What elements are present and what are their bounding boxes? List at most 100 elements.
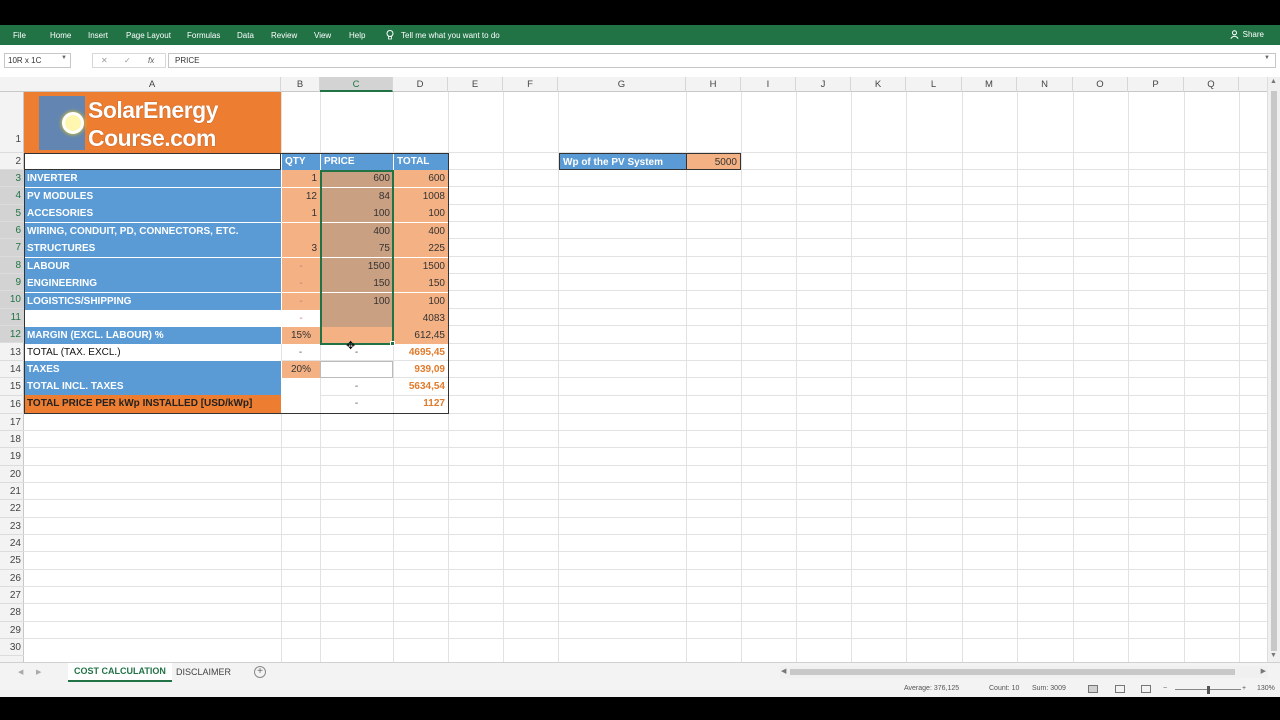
column-header-e[interactable]: E: [448, 77, 503, 92]
column-header-c[interactable]: C: [320, 77, 393, 92]
row-header[interactable]: 18: [0, 431, 24, 449]
row-header[interactable]: 25: [0, 552, 24, 570]
row-header[interactable]: 27: [0, 587, 24, 605]
chevron-down-icon[interactable]: ▼: [61, 55, 67, 61]
taxes-price[interactable]: [320, 361, 393, 378]
wp-value[interactable]: 5000: [686, 153, 741, 170]
column-header-p[interactable]: P: [1128, 77, 1184, 92]
add-sheet-icon[interactable]: +: [254, 666, 266, 678]
zoom-in-icon[interactable]: +: [1242, 685, 1246, 692]
normal-view-icon[interactable]: [1088, 685, 1098, 693]
row-header[interactable]: 9: [0, 274, 24, 292]
item-total[interactable]: 1008: [393, 187, 448, 205]
vertical-scrollbar[interactable]: ▲ ▼: [1267, 77, 1280, 662]
total-excl-label[interactable]: TOTAL (TAX. EXCL.): [24, 344, 281, 361]
item-total[interactable]: 100: [393, 205, 448, 222]
next-sheet-icon[interactable]: ▶: [36, 668, 41, 676]
scroll-up-icon[interactable]: ▲: [1270, 78, 1277, 85]
column-header-g[interactable]: G: [558, 77, 686, 92]
sheet-tab-cost-calculation[interactable]: COST CALCULATION: [68, 663, 172, 682]
item-price[interactable]: 100: [320, 205, 393, 222]
column-header-n[interactable]: N: [1017, 77, 1073, 92]
item-label[interactable]: ACCESORIES: [24, 205, 281, 222]
scroll-left-icon[interactable]: ◀: [781, 667, 786, 675]
tab-formulas[interactable]: Formulas: [187, 31, 220, 40]
column-header-f[interactable]: F: [503, 77, 558, 92]
column-header-k[interactable]: K: [851, 77, 906, 92]
share-button[interactable]: Share: [1230, 30, 1264, 39]
total-incl-price[interactable]: -: [320, 378, 393, 395]
tab-review[interactable]: Review: [271, 31, 297, 40]
item-qty[interactable]: -: [281, 292, 320, 310]
horizontal-scrollbar[interactable]: ◀ ▶: [780, 666, 1268, 678]
item-label[interactable]: PV MODULES: [24, 187, 281, 205]
row-header[interactable]: 19: [0, 448, 24, 466]
header-price[interactable]: PRICE: [320, 153, 393, 170]
page-break-view-icon[interactable]: [1141, 685, 1151, 693]
item-label[interactable]: LABOUR: [24, 257, 281, 275]
row-header[interactable]: 3: [0, 170, 24, 188]
item-total[interactable]: 225: [393, 240, 448, 257]
item-qty[interactable]: 1: [281, 170, 320, 187]
item-label[interactable]: LOGISTICS/SHIPPING: [24, 292, 281, 310]
item-price[interactable]: 100: [320, 292, 393, 310]
per-kwp-qty[interactable]: [281, 395, 320, 413]
tab-view[interactable]: View: [314, 31, 331, 40]
item-label[interactable]: WIRING, CONDUIT, PD, CONNECTORS, ETC.: [24, 222, 281, 240]
row-header[interactable]: 17: [0, 414, 24, 431]
header-qty[interactable]: QTY: [281, 153, 320, 170]
row-header[interactable]: 20: [0, 466, 24, 483]
page-layout-view-icon[interactable]: [1115, 685, 1125, 693]
row-header[interactable]: 10: [0, 291, 24, 309]
tab-help[interactable]: Help: [349, 31, 365, 40]
column-header-j[interactable]: J: [796, 77, 851, 92]
margin-price[interactable]: [320, 327, 393, 344]
column-header-m[interactable]: M: [962, 77, 1017, 92]
total-incl-total[interactable]: 5634,54: [393, 378, 448, 395]
margin-label[interactable]: MARGIN (EXCL. LABOUR) %: [24, 327, 281, 344]
row-header[interactable]: 29: [0, 622, 24, 640]
item-qty[interactable]: 1: [281, 205, 320, 222]
column-header-a[interactable]: A: [24, 77, 281, 92]
subtotal-price[interactable]: [320, 310, 393, 327]
row-header[interactable]: 4: [0, 187, 24, 205]
column-header-d[interactable]: D: [393, 77, 448, 92]
item-total[interactable]: 100: [393, 292, 448, 310]
tab-insert[interactable]: Insert: [88, 31, 108, 40]
row-header[interactable]: 2: [0, 153, 24, 170]
margin-total[interactable]: 612,45: [393, 327, 448, 344]
row-header[interactable]: 11: [0, 308, 24, 327]
column-header-i[interactable]: I: [741, 77, 796, 92]
row-header[interactable]: 7: [0, 239, 24, 257]
tab-home[interactable]: Home: [50, 31, 71, 40]
item-price[interactable]: 1500: [320, 257, 393, 275]
item-qty[interactable]: -: [281, 275, 320, 292]
row-header[interactable]: 6: [0, 222, 24, 240]
zoom-out-icon[interactable]: −: [1163, 685, 1167, 692]
item-price[interactable]: 84: [320, 187, 393, 205]
taxes-qty[interactable]: 20%: [281, 361, 320, 378]
column-header-h[interactable]: H: [686, 77, 741, 92]
total-incl-qty[interactable]: [281, 378, 320, 395]
item-price[interactable]: 400: [320, 222, 393, 240]
item-qty[interactable]: [281, 222, 320, 240]
subtotal-qty[interactable]: -: [281, 310, 320, 327]
per-kwp-price[interactable]: -: [320, 395, 393, 413]
item-qty[interactable]: 12: [281, 187, 320, 205]
subtotal-label[interactable]: [24, 310, 281, 327]
item-qty[interactable]: 3: [281, 240, 320, 257]
row-header[interactable]: 5: [0, 204, 24, 223]
insert-function-icon[interactable]: fx: [148, 56, 154, 65]
formula-input[interactable]: PRICE ▼: [168, 53, 1276, 68]
taxes-total[interactable]: 939,09: [393, 361, 448, 378]
fill-handle[interactable]: [390, 341, 395, 346]
row-header[interactable]: 23: [0, 518, 24, 535]
item-price[interactable]: 75: [320, 240, 393, 257]
tab-file[interactable]: File: [13, 31, 26, 40]
total-excl-qty[interactable]: -: [281, 344, 320, 361]
sheet-tab-disclaimer[interactable]: DISCLAIMER: [170, 664, 237, 683]
item-qty[interactable]: -: [281, 257, 320, 275]
taxes-label[interactable]: TAXES: [24, 361, 281, 378]
scroll-thumb[interactable]: [1271, 91, 1277, 651]
cell-a2[interactable]: [24, 153, 281, 170]
